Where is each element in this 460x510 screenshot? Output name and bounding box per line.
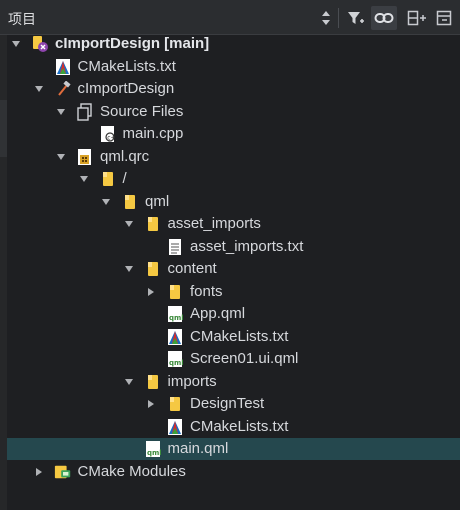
tree-item-label: Screen01.ui.qml [190, 350, 299, 367]
tree-item-label: CMakeLists.txt [77, 57, 176, 75]
qml-file-icon: qml [166, 350, 184, 368]
svg-text:qml: qml [147, 449, 161, 457]
svg-text:c+: c+ [107, 135, 115, 142]
tree-item-label: imports [167, 372, 217, 390]
chevron-down-icon[interactable] [34, 84, 44, 94]
tree-item-label: Source Files [100, 102, 184, 120]
tree-item-label: CMakeLists.txt [190, 327, 289, 345]
cmake-file-icon [166, 418, 184, 436]
toolbar-divider [338, 8, 339, 28]
tree-item[interactable]: asset_imports [7, 213, 460, 235]
tree-item[interactable]: / [7, 168, 460, 190]
tree-item[interactable]: CMakeLists.txt [7, 56, 460, 78]
sort-updown-icon[interactable] [316, 6, 336, 30]
tree-item-label: asset_imports.txt [190, 237, 304, 255]
tree-item[interactable]: CMakeLists.txt [7, 326, 460, 348]
chevron-down-icon[interactable] [79, 174, 89, 184]
chevron-right-icon[interactable] [146, 287, 156, 297]
filter-icon[interactable] [343, 6, 369, 30]
text-file-icon [166, 238, 184, 256]
source-files-icon [76, 102, 94, 121]
tree-item-label: content [167, 260, 217, 277]
qml-file-icon: qml [144, 440, 162, 458]
tree-item-label: CMake Modules [77, 462, 186, 480]
tree-item[interactable]: CMakeLists.txt [7, 416, 460, 438]
tree-item[interactable]: content [7, 258, 460, 280]
tree-item-label: asset_imports [167, 215, 261, 232]
cmake-file-icon [166, 328, 184, 346]
project-tree: cImportDesign [main] CMakeLists.txt cImpor… [7, 35, 460, 510]
chevron-down-icon[interactable] [124, 219, 134, 229]
left-gutter [0, 35, 7, 510]
tree-item-label: DesignTest [190, 395, 265, 412]
chevron-down-icon[interactable] [11, 39, 21, 49]
folder-icon [144, 373, 162, 391]
folder-icon [144, 215, 162, 233]
svg-text:qml: qml [169, 359, 183, 367]
folder-icon [121, 193, 139, 211]
tree-item-label: qml.qrc [100, 147, 150, 165]
folder-icon [166, 283, 184, 301]
tree-item-label: qml [145, 192, 170, 210]
split-icon[interactable] [404, 6, 430, 30]
project-icon [31, 35, 49, 53]
folder-icon [166, 395, 184, 413]
tree-item[interactable]: qml Screen01.ui.qml [7, 348, 460, 370]
tree-item-label: fonts [190, 282, 223, 300]
close-panel-icon[interactable] [432, 6, 458, 30]
tree-item-label: cImportDesign [77, 80, 175, 97]
cpp-file-icon: c+ [99, 125, 117, 143]
chevron-down-icon[interactable] [56, 152, 66, 162]
qml-file-icon: qml [166, 305, 184, 323]
tree-item[interactable]: c+ main.cpp [7, 123, 460, 145]
tree-item[interactable]: cImportDesign [7, 78, 460, 100]
tree-item[interactable]: Source Files [7, 101, 460, 123]
tree-item[interactable]: qml main.qml [7, 438, 460, 460]
gutter-marker [0, 100, 7, 157]
tree-item-label: CMakeLists.txt [190, 417, 289, 435]
tree-item-label: App.qml [190, 305, 246, 322]
panel-title: 项目 [8, 11, 36, 27]
project-panel-header: 项目 [0, 0, 460, 35]
tree-item-label: / [122, 170, 127, 187]
qrc-file-icon [76, 148, 94, 166]
tree-item-label: cImportDesign [main] [55, 35, 210, 52]
link-icon[interactable] [371, 6, 397, 30]
chevron-right-icon[interactable] [34, 467, 44, 477]
tree-item[interactable]: asset_imports.txt [7, 236, 460, 258]
svg-text:qml: qml [169, 314, 183, 322]
tree-item-label: main.cpp [122, 125, 184, 142]
tree-item[interactable]: DesignTest [7, 393, 460, 415]
tree-item[interactable]: CMake Modules [7, 461, 460, 483]
cmake-modules-icon [54, 463, 72, 481]
tree-item[interactable]: qml [7, 191, 460, 213]
tree-item[interactable]: qml App.qml [7, 303, 460, 325]
hammer-icon [54, 80, 72, 98]
chevron-down-icon[interactable] [124, 377, 134, 387]
cmake-file-icon [54, 58, 72, 76]
folder-icon [144, 260, 162, 278]
tree-item[interactable]: fonts [7, 281, 460, 303]
tree-item[interactable]: imports [7, 371, 460, 393]
folder-icon [99, 170, 117, 188]
tree-item-label: main.qml [167, 440, 229, 457]
tree-item[interactable]: cImportDesign [main] [7, 33, 460, 55]
chevron-down-icon[interactable] [56, 107, 66, 117]
chevron-down-icon[interactable] [124, 264, 134, 274]
chevron-down-icon[interactable] [101, 197, 111, 207]
tree-item[interactable]: qml.qrc [7, 146, 460, 168]
chevron-right-icon[interactable] [146, 399, 156, 409]
